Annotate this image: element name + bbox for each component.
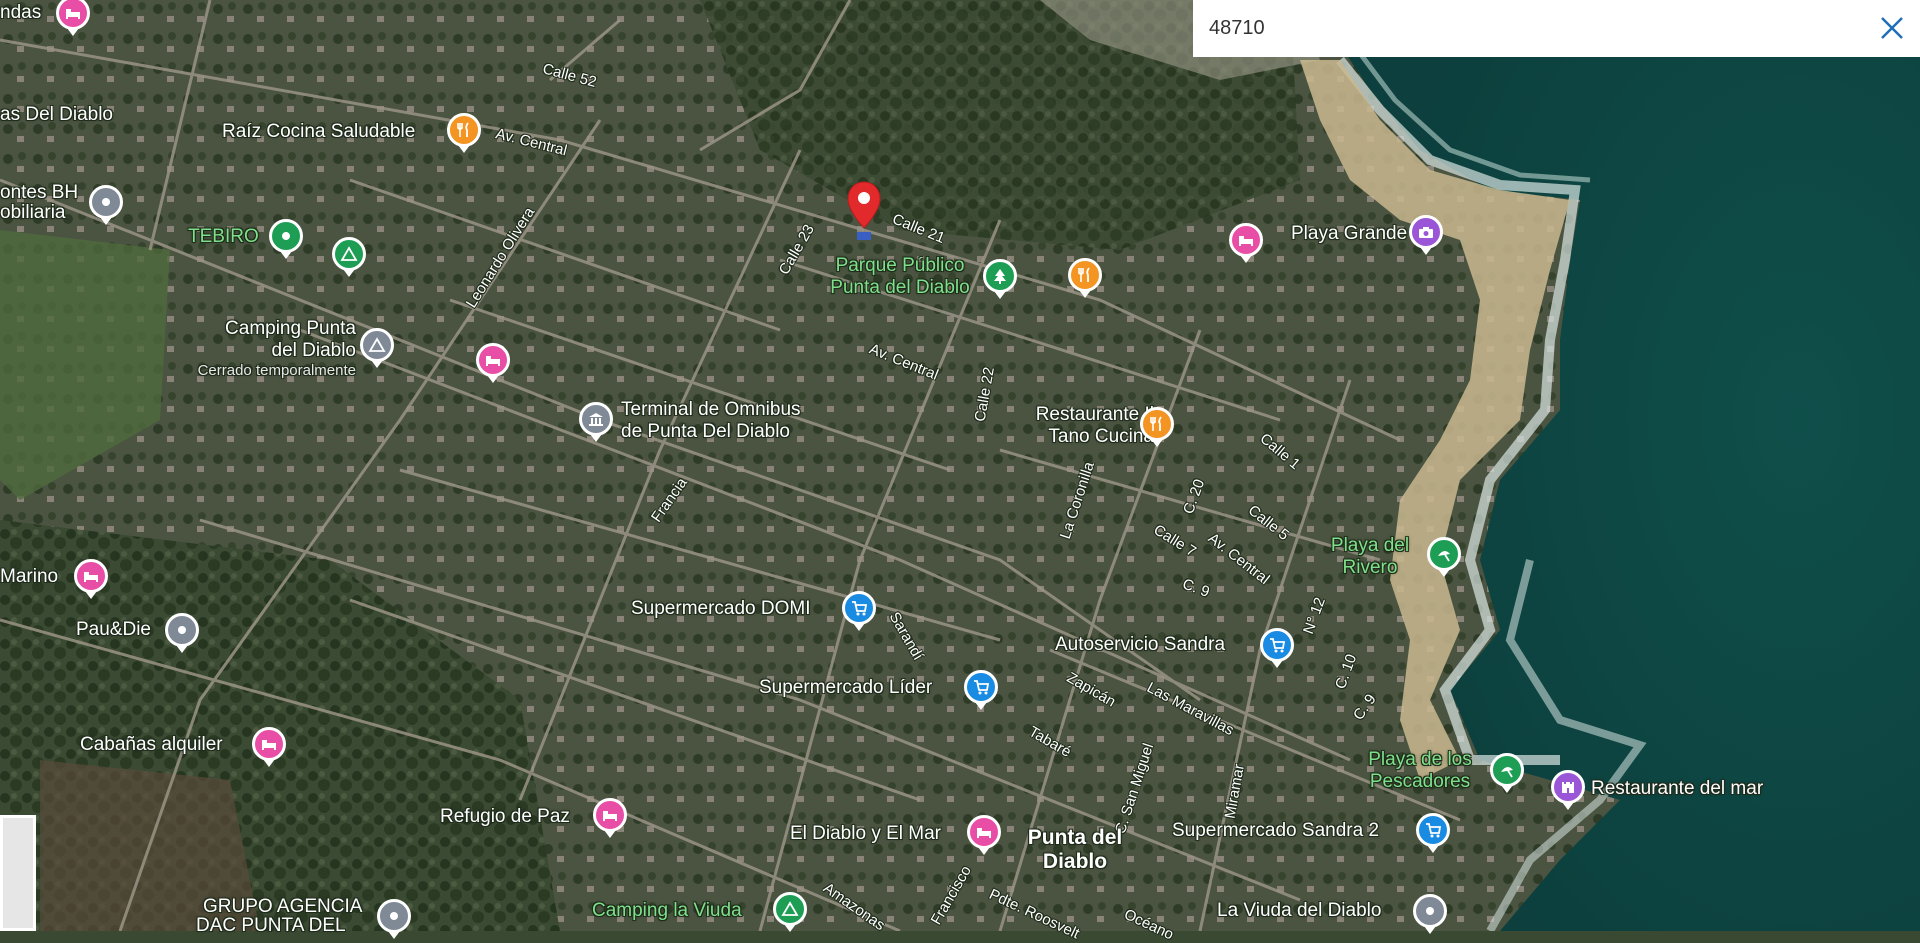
place-label: Terminal de Omnibus bbox=[621, 399, 801, 420]
camping-pin[interactable] bbox=[773, 892, 807, 932]
cart-icon bbox=[974, 680, 990, 695]
side-panel-edge[interactable] bbox=[0, 815, 36, 931]
place-pin[interactable] bbox=[165, 613, 199, 653]
camera-icon bbox=[1419, 227, 1433, 238]
place-label: ndas bbox=[0, 2, 42, 23]
place-label: Punta del Diablo bbox=[830, 277, 970, 298]
shopping-pin[interactable] bbox=[1416, 813, 1450, 853]
shopping-pin[interactable] bbox=[1260, 628, 1294, 668]
place-label: Playa Grande bbox=[1291, 223, 1408, 244]
tourism-pin[interactable] bbox=[1551, 770, 1585, 810]
camping-pin[interactable] bbox=[360, 328, 394, 368]
place-pin[interactable] bbox=[377, 899, 411, 939]
place-label: El Diablo y El Mar bbox=[790, 823, 941, 844]
restaurant-pin[interactable] bbox=[1068, 258, 1102, 298]
place-label: Supermercado Sandra 2 bbox=[1172, 820, 1380, 841]
close-icon bbox=[1881, 17, 1903, 39]
pin-dot-icon bbox=[1426, 907, 1434, 915]
restaurant-pin[interactable] bbox=[447, 113, 481, 153]
tent-icon bbox=[781, 901, 799, 916]
bed-icon bbox=[84, 572, 98, 582]
place-status: Cerrado temporalmente bbox=[197, 362, 356, 379]
park-pin[interactable] bbox=[983, 259, 1017, 299]
restaurant-pin[interactable] bbox=[1140, 407, 1174, 447]
place-pin[interactable] bbox=[1413, 894, 1447, 934]
lodging-pin[interactable] bbox=[252, 727, 286, 767]
pin-dot-icon bbox=[390, 912, 398, 920]
fork-knife-icon bbox=[457, 122, 469, 137]
place-label: La Viuda del Diablo bbox=[1217, 900, 1382, 921]
selected-location-pin[interactable] bbox=[846, 180, 882, 242]
place-label: Pau&Die bbox=[76, 619, 151, 640]
beach-pin[interactable] bbox=[1490, 753, 1524, 793]
bed-icon bbox=[486, 356, 500, 366]
place-label: Rivero bbox=[1342, 557, 1398, 578]
place-label: Cabañas alquiler bbox=[80, 734, 223, 755]
place-label: Pescadores bbox=[1369, 771, 1471, 792]
pin-dot-icon bbox=[178, 626, 186, 634]
camping-pin[interactable] bbox=[332, 237, 366, 277]
place-label: Restaurante Il bbox=[1035, 404, 1154, 425]
cart-icon bbox=[852, 601, 868, 616]
place-label: as Del Diablo bbox=[0, 104, 113, 125]
beach-icon bbox=[1438, 550, 1450, 562]
cart-icon bbox=[1270, 638, 1286, 653]
place-pin[interactable] bbox=[269, 219, 303, 259]
search-bar bbox=[1193, 0, 1920, 57]
lodging-pin[interactable] bbox=[1229, 223, 1263, 263]
bed-icon bbox=[66, 9, 80, 19]
beach-pin[interactable] bbox=[1427, 537, 1461, 577]
place-label: Parque Público bbox=[835, 255, 965, 276]
bed-icon bbox=[603, 811, 617, 821]
place-label: TEBIRO bbox=[188, 226, 259, 247]
place-label: Tano Cucina bbox=[1048, 426, 1154, 447]
close-search-button[interactable] bbox=[1872, 8, 1912, 48]
town-label: Punta del bbox=[1027, 826, 1123, 849]
place-label: Raíz Cocina Saludable bbox=[222, 121, 416, 142]
place-label: Refugio de Paz bbox=[440, 806, 570, 827]
tourism-pin[interactable] bbox=[1409, 215, 1443, 255]
place-label: Camping la Viuda bbox=[592, 900, 742, 921]
place-label: Camping Punta bbox=[225, 318, 356, 339]
place-label: ontes BH bbox=[0, 182, 79, 203]
cart-icon bbox=[1426, 823, 1442, 838]
town-label: Diablo bbox=[1042, 850, 1108, 873]
bed-icon bbox=[977, 828, 991, 838]
place-label: Restaurante del mar bbox=[1591, 778, 1764, 799]
beach-icon bbox=[1501, 766, 1513, 778]
search-input[interactable] bbox=[1207, 16, 1851, 41]
bed-icon bbox=[262, 740, 276, 750]
fork-knife-icon bbox=[1150, 416, 1162, 431]
castle-icon bbox=[1562, 782, 1574, 793]
place-label: del Diablo bbox=[271, 340, 357, 361]
place-label: Marino bbox=[0, 566, 59, 587]
place-label: obiliaria bbox=[0, 202, 66, 223]
pin-dot-icon bbox=[102, 198, 110, 206]
landmark-icon bbox=[589, 413, 603, 426]
shopping-pin[interactable] bbox=[842, 591, 876, 631]
fork-knife-icon bbox=[1078, 267, 1090, 282]
place-pin[interactable] bbox=[89, 185, 123, 225]
landmark-pin[interactable] bbox=[579, 402, 613, 442]
place-label: DAC PUNTA DEL bbox=[196, 915, 346, 936]
lodging-pin[interactable] bbox=[967, 815, 1001, 855]
place-label: Autoservicio Sandra bbox=[1055, 634, 1226, 655]
place-label: Playa de los bbox=[1368, 749, 1472, 770]
place-label: de Punta Del Diablo bbox=[621, 421, 790, 442]
place-label: Supermercado DOMI bbox=[631, 598, 811, 619]
lodging-pin[interactable] bbox=[74, 559, 108, 599]
tent-icon bbox=[368, 337, 386, 352]
bed-icon bbox=[1239, 236, 1253, 246]
tent-icon bbox=[340, 246, 358, 261]
shopping-pin[interactable] bbox=[964, 670, 998, 710]
place-label: Supermercado Líder bbox=[759, 677, 933, 698]
lodging-pin[interactable] bbox=[476, 343, 510, 383]
tree-icon bbox=[994, 269, 1006, 284]
lodging-pin[interactable] bbox=[593, 798, 627, 838]
pin-dot-icon bbox=[282, 232, 290, 240]
place-label: Playa del bbox=[1330, 535, 1410, 556]
